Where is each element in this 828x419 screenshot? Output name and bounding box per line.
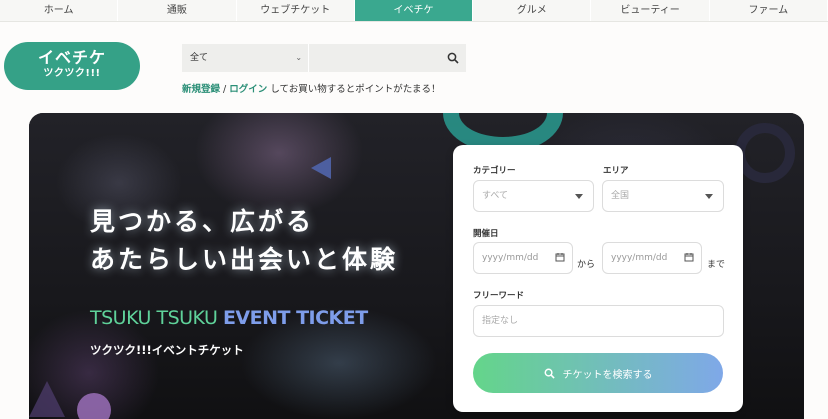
nav-item-web-ticket[interactable]: ウェブチケット bbox=[237, 0, 355, 21]
chevron-down-icon: ⌄ bbox=[295, 53, 303, 62]
ticket-search-panel: カテゴリー すべて エリア 全国 開催日 yyyy/mm/dd から yyyy/… bbox=[453, 145, 743, 412]
search-button[interactable] bbox=[441, 44, 466, 72]
brand-en-part1: TSUKU TSUKU bbox=[90, 307, 223, 329]
nav-item-event-ticket[interactable]: イベチケ bbox=[354, 0, 474, 21]
search-bar: 全て ⌄ bbox=[182, 44, 466, 72]
date-label: 開催日 bbox=[473, 229, 499, 239]
category-label: カテゴリー bbox=[473, 166, 516, 176]
logo-subtitle: ツクツク!!! bbox=[43, 68, 101, 79]
search-icon bbox=[448, 52, 460, 64]
area-dropdown[interactable]: 全国 bbox=[602, 180, 724, 212]
nav-item-beauty[interactable]: ビューティー bbox=[591, 0, 710, 21]
keyword-placeholder: 指定なし bbox=[482, 316, 519, 326]
to-text: まで bbox=[707, 260, 726, 270]
brand-en-part2: EVENT TICKET bbox=[222, 307, 368, 329]
date-from-placeholder: yyyy/mm/dd bbox=[482, 253, 539, 263]
search-icon bbox=[544, 368, 555, 379]
points-message: してお買い物するとポイントがたまる！ bbox=[270, 84, 441, 95]
from-text: から bbox=[577, 260, 596, 270]
caret-down-icon bbox=[575, 194, 583, 199]
search-input[interactable] bbox=[308, 44, 441, 72]
nav-item-farm[interactable]: ファーム bbox=[710, 0, 828, 21]
calendar-icon bbox=[555, 253, 565, 262]
date-from-input[interactable]: yyyy/mm/dd bbox=[473, 242, 573, 274]
hero-brand-japanese: ツクツク!!!イベントチケット bbox=[90, 343, 244, 357]
login-link[interactable]: ログイン bbox=[229, 84, 267, 95]
keyword-input[interactable]: 指定なし bbox=[473, 305, 724, 337]
account-prompt: 新規登録 / ログイン してお買い物するとポイントがたまる！ bbox=[182, 81, 440, 95]
logo-title: イベチケ bbox=[37, 48, 106, 67]
site-logo[interactable]: イベチケ ツクツク!!! bbox=[4, 42, 140, 90]
top-nav: ホーム 通販 ウェブチケット イベチケ グルメ ビューティー ファーム bbox=[0, 0, 828, 22]
nav-item-gourmet[interactable]: グルメ bbox=[473, 0, 592, 21]
nav-item-home[interactable]: ホーム bbox=[0, 0, 119, 21]
category-dropdown[interactable]: すべて bbox=[473, 180, 594, 212]
separator: / bbox=[223, 84, 227, 95]
category-dropdown-value: すべて bbox=[482, 191, 509, 201]
hero-headline-line1: 見つかる、広がる bbox=[90, 207, 315, 236]
category-select[interactable]: 全て ⌄ bbox=[182, 44, 308, 72]
area-dropdown-value: 全国 bbox=[611, 191, 630, 201]
caret-down-icon bbox=[705, 194, 713, 199]
date-to-placeholder: yyyy/mm/dd bbox=[611, 253, 668, 263]
calendar-icon bbox=[684, 253, 694, 262]
keyword-label: フリーワード bbox=[473, 291, 525, 301]
decorative-triangle bbox=[29, 381, 65, 417]
nav-item-shopping[interactable]: 通販 bbox=[118, 0, 237, 21]
ticket-search-button[interactable]: チケットを検索する bbox=[473, 353, 723, 393]
hero-brand-english: TSUKU TSUKU EVENT TICKET bbox=[90, 307, 368, 329]
area-label: エリア bbox=[603, 166, 629, 176]
ticket-search-button-label: チケットを検索する bbox=[562, 369, 653, 381]
hero-headline-line2: あたらしい出会いと体験 bbox=[90, 245, 399, 274]
decorative-circle bbox=[77, 393, 111, 419]
register-link[interactable]: 新規登録 bbox=[182, 84, 220, 95]
decorative-triangle bbox=[311, 157, 331, 179]
hero-headline: 見つかる、広がる あたらしい出会いと体験 bbox=[90, 203, 398, 279]
date-to-input[interactable]: yyyy/mm/dd bbox=[602, 242, 702, 274]
category-select-value: 全て bbox=[190, 53, 209, 63]
decorative-ring bbox=[735, 123, 795, 183]
